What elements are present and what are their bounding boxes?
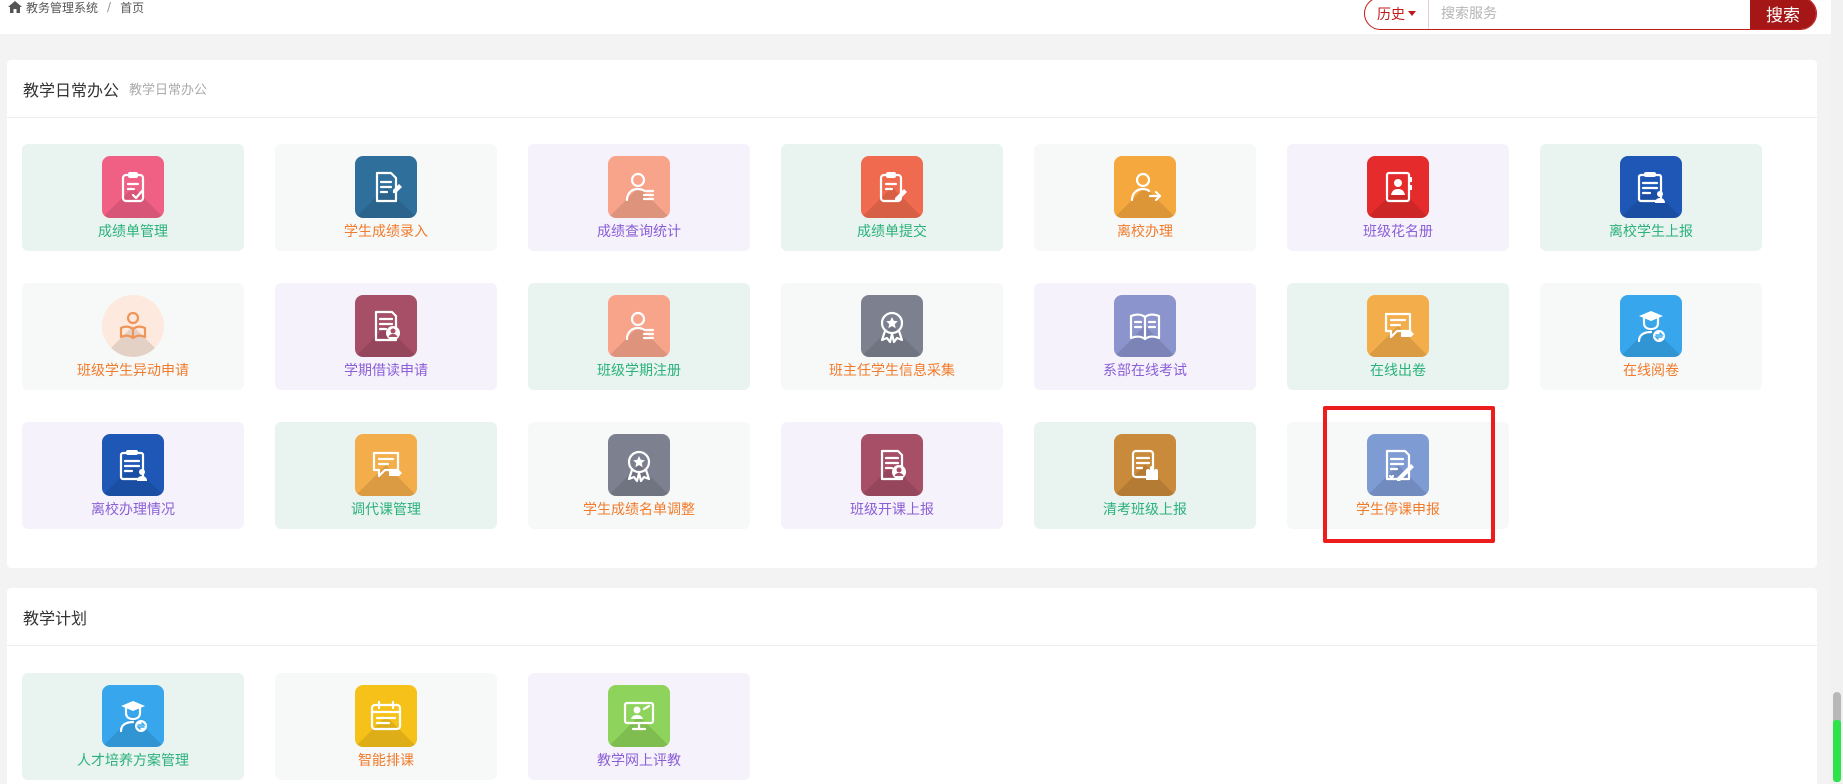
breadcrumb: 教务管理系统 / 首页 — [8, 0, 145, 16]
service-tile[interactable]: 离校学生上报 — [1540, 144, 1762, 251]
service-tile[interactable]: 班级学生异动申请 — [22, 283, 244, 390]
chat-pencil-icon — [355, 434, 417, 496]
service-tile-label: 班级学期注册 — [597, 363, 681, 379]
service-tile[interactable]: 班级开课上报 — [781, 422, 1003, 529]
user-exit-icon — [1114, 156, 1176, 218]
service-tile-label: 学生停课申报 — [1356, 502, 1440, 518]
service-tile-label: 班级学生异动申请 — [77, 363, 189, 379]
service-tile-label: 班级花名册 — [1363, 224, 1433, 240]
service-tile[interactable]: 在线阅卷 — [1540, 283, 1762, 390]
service-tile[interactable]: 智能排课 — [275, 673, 497, 780]
document-user-icon — [861, 434, 923, 496]
calendar-icon — [355, 685, 417, 747]
search-input[interactable] — [1429, 0, 1750, 29]
service-tile-label: 人才培养方案管理 — [77, 753, 189, 769]
section-title: 教学计划 — [23, 608, 88, 628]
service-tile-label: 班级开课上报 — [850, 502, 934, 518]
service-tile[interactable]: 系部在线考试 — [1034, 283, 1256, 390]
award-badge-icon — [608, 434, 670, 496]
service-tile[interactable]: 成绩单提交 — [781, 144, 1003, 251]
service-tile-label: 离校学生上报 — [1609, 224, 1693, 240]
service-tile[interactable]: 学期借读申请 — [275, 283, 497, 390]
home-icon[interactable] — [8, 1, 22, 13]
service-tile[interactable]: 班主任学生信息采集 — [781, 283, 1003, 390]
clipboard-user-icon — [1620, 156, 1682, 218]
monitor-user-icon — [608, 685, 670, 747]
service-tile-label: 在线阅卷 — [1623, 363, 1679, 379]
service-tile[interactable]: 教学网上评教 — [528, 673, 750, 780]
service-tile[interactable]: 成绩查询统计 — [528, 144, 750, 251]
service-tile[interactable]: 离校办理 — [1034, 144, 1256, 251]
service-tile-label: 智能排课 — [358, 753, 414, 769]
service-tile[interactable]: 清考班级上报 — [1034, 422, 1256, 529]
service-tile[interactable]: 班级学期注册 — [528, 283, 750, 390]
section-panel-daily-office: 教学日常办公 教学日常办公 成绩单管理 学生成绩录入 成绩查询统计 成绩单提交 离校办理… — [7, 60, 1817, 568]
service-tile[interactable]: 班级花名册 — [1287, 144, 1509, 251]
service-tile[interactable]: 学生成绩名单调整 — [528, 422, 750, 529]
service-tile[interactable]: 离校办理情况 — [22, 422, 244, 529]
service-tile[interactable]: 人才培养方案管理 — [22, 673, 244, 780]
section-header: 教学计划 — [7, 588, 1817, 646]
service-tile[interactable]: 成绩单管理 — [22, 144, 244, 251]
graduate-icon — [1620, 295, 1682, 357]
document-hand-icon — [1114, 434, 1176, 496]
history-dropdown[interactable]: 历史 — [1365, 0, 1429, 29]
service-tile-label: 学生成绩名单调整 — [583, 502, 695, 518]
award-badge-icon — [861, 295, 923, 357]
breadcrumb-home[interactable]: 教务管理系统 — [26, 0, 98, 16]
section-panel-teaching-plan: 教学计划 人才培养方案管理 智能排课 教学网上评教 — [7, 588, 1817, 784]
service-tile[interactable]: 学生停课申报 — [1287, 422, 1509, 529]
service-tile-label: 班主任学生信息采集 — [829, 363, 955, 379]
user-list-icon — [608, 295, 670, 357]
service-tile-label: 成绩查询统计 — [597, 224, 681, 240]
service-tile-label: 系部在线考试 — [1103, 363, 1187, 379]
book-open-icon — [1114, 295, 1176, 357]
top-bar: 教务管理系统 / 首页 历史 搜索 — [0, 0, 1843, 34]
service-tile-label: 离校办理情况 — [91, 502, 175, 518]
breadcrumb-separator: / — [107, 0, 112, 14]
contact-book-icon — [1367, 156, 1429, 218]
graduate-icon — [102, 685, 164, 747]
service-tile-label: 在线出卷 — [1370, 363, 1426, 379]
history-label: 历史 — [1377, 6, 1405, 23]
service-tile-label: 成绩单管理 — [98, 224, 168, 240]
scroll-indicator — [1833, 720, 1841, 782]
service-tile-label: 学期借读申请 — [344, 363, 428, 379]
search-button[interactable]: 搜索 — [1750, 0, 1816, 29]
document-user-icon — [355, 295, 417, 357]
clipboard-check-icon — [102, 156, 164, 218]
service-tile-label: 离校办理 — [1117, 224, 1173, 240]
clipboard-user-icon — [102, 434, 164, 496]
section-header: 教学日常办公 教学日常办公 — [7, 60, 1817, 118]
tile-grid: 人才培养方案管理 智能排课 教学网上评教 — [22, 673, 1762, 780]
service-tile-label: 清考班级上报 — [1103, 502, 1187, 518]
service-tile[interactable]: 在线出卷 — [1287, 283, 1509, 390]
service-tile[interactable]: 学生成绩录入 — [275, 144, 497, 251]
scrollbar[interactable] — [1831, 0, 1843, 784]
service-tile-label: 教学网上评教 — [597, 753, 681, 769]
search-bar: 历史 搜索 — [1364, 0, 1817, 30]
user-list-icon — [608, 156, 670, 218]
section-title: 教学日常办公 — [23, 80, 120, 100]
student-reading-icon — [102, 295, 164, 357]
service-tile-label: 学生成绩录入 — [344, 224, 428, 240]
service-tile-label: 成绩单提交 — [857, 224, 927, 240]
document-sign-icon — [1367, 434, 1429, 496]
service-tile[interactable]: 调代课管理 — [275, 422, 497, 529]
section-subtitle: 教学日常办公 — [129, 83, 208, 98]
document-edit-icon — [355, 156, 417, 218]
caret-down-icon — [1408, 11, 1416, 16]
service-tile-label: 调代课管理 — [351, 502, 421, 518]
breadcrumb-current: 首页 — [120, 0, 145, 15]
tile-grid: 成绩单管理 学生成绩录入 成绩查询统计 成绩单提交 离校办理 班级花名册 离校学生上报班级学… — [22, 144, 1762, 529]
clipboard-edit-icon — [861, 156, 923, 218]
chat-pencil-icon — [1367, 295, 1429, 357]
